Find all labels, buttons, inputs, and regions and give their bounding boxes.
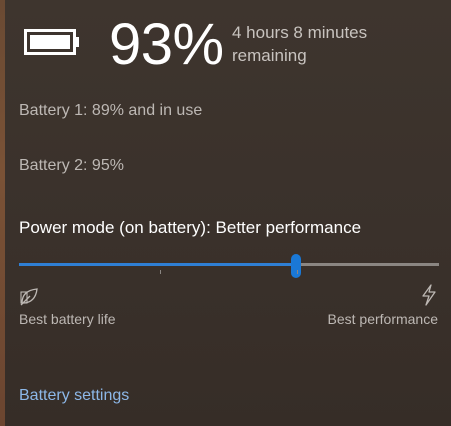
power-mode-slider[interactable]: [19, 254, 439, 278]
battery-full-icon: [24, 29, 80, 55]
slider-fill: [19, 263, 296, 266]
best-battery-life-label: Best battery life: [19, 311, 116, 327]
best-performance-label: Best performance: [327, 311, 439, 327]
battery-flyout: 93% 4 hours 8 minutes remaining Battery …: [0, 0, 451, 426]
slider-tick: [297, 270, 298, 274]
power-mode-label: Power mode (on battery): Better performa…: [19, 218, 362, 237]
desktop-edge: [0, 0, 5, 426]
battery-2-status: Battery 2: 95%: [19, 157, 124, 174]
leaf-icon: [19, 286, 39, 306]
slider-thumb[interactable]: [291, 254, 301, 278]
battery-1-status: Battery 1: 89% and in use: [19, 102, 203, 119]
battery-settings-link[interactable]: Battery settings: [19, 387, 129, 405]
lightning-icon: [420, 284, 438, 306]
battery-percent: 93%: [109, 12, 224, 77]
time-remaining: 4 hours 8 minutes remaining: [232, 23, 368, 65]
slider-tick: [160, 270, 161, 274]
